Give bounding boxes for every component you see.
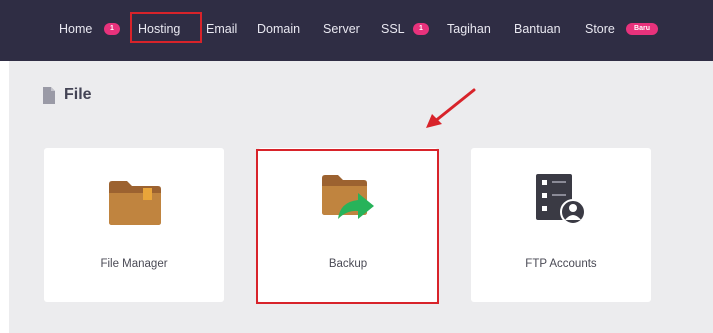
nav-home[interactable]: Home: [59, 18, 92, 40]
nav-server[interactable]: Server: [323, 18, 360, 40]
card-file-manager[interactable]: File Manager: [44, 148, 224, 302]
nav-store-badge: Baru: [626, 23, 658, 35]
top-navbar: Home 1 Hosting Email Domain Server SSL 1…: [0, 0, 713, 61]
card-ftp-accounts[interactable]: FTP Accounts: [471, 148, 651, 302]
section-title: File: [64, 86, 92, 103]
pointer-arrow-icon: [426, 88, 476, 128]
document-icon: [43, 86, 55, 104]
nav-home-badge: 1: [104, 23, 120, 35]
nav-bantuan[interactable]: Bantuan: [514, 18, 561, 40]
nav-ssl[interactable]: SSL: [381, 18, 405, 40]
nav-tagihan[interactable]: Tagihan: [447, 18, 491, 40]
ftp-server-icon: [536, 174, 586, 225]
nav-ssl-badge: 1: [413, 23, 429, 35]
folder-icon: [109, 181, 161, 225]
section-header: File: [43, 84, 92, 106]
card-label: File Manager: [100, 258, 168, 270]
backup-highlight-box: [256, 149, 439, 304]
hosting-highlight-box: [130, 12, 202, 43]
nav-domain[interactable]: Domain: [257, 18, 300, 40]
card-label: FTP Accounts: [525, 258, 597, 270]
nav-store[interactable]: Store: [585, 18, 615, 40]
nav-email[interactable]: Email: [206, 18, 237, 40]
